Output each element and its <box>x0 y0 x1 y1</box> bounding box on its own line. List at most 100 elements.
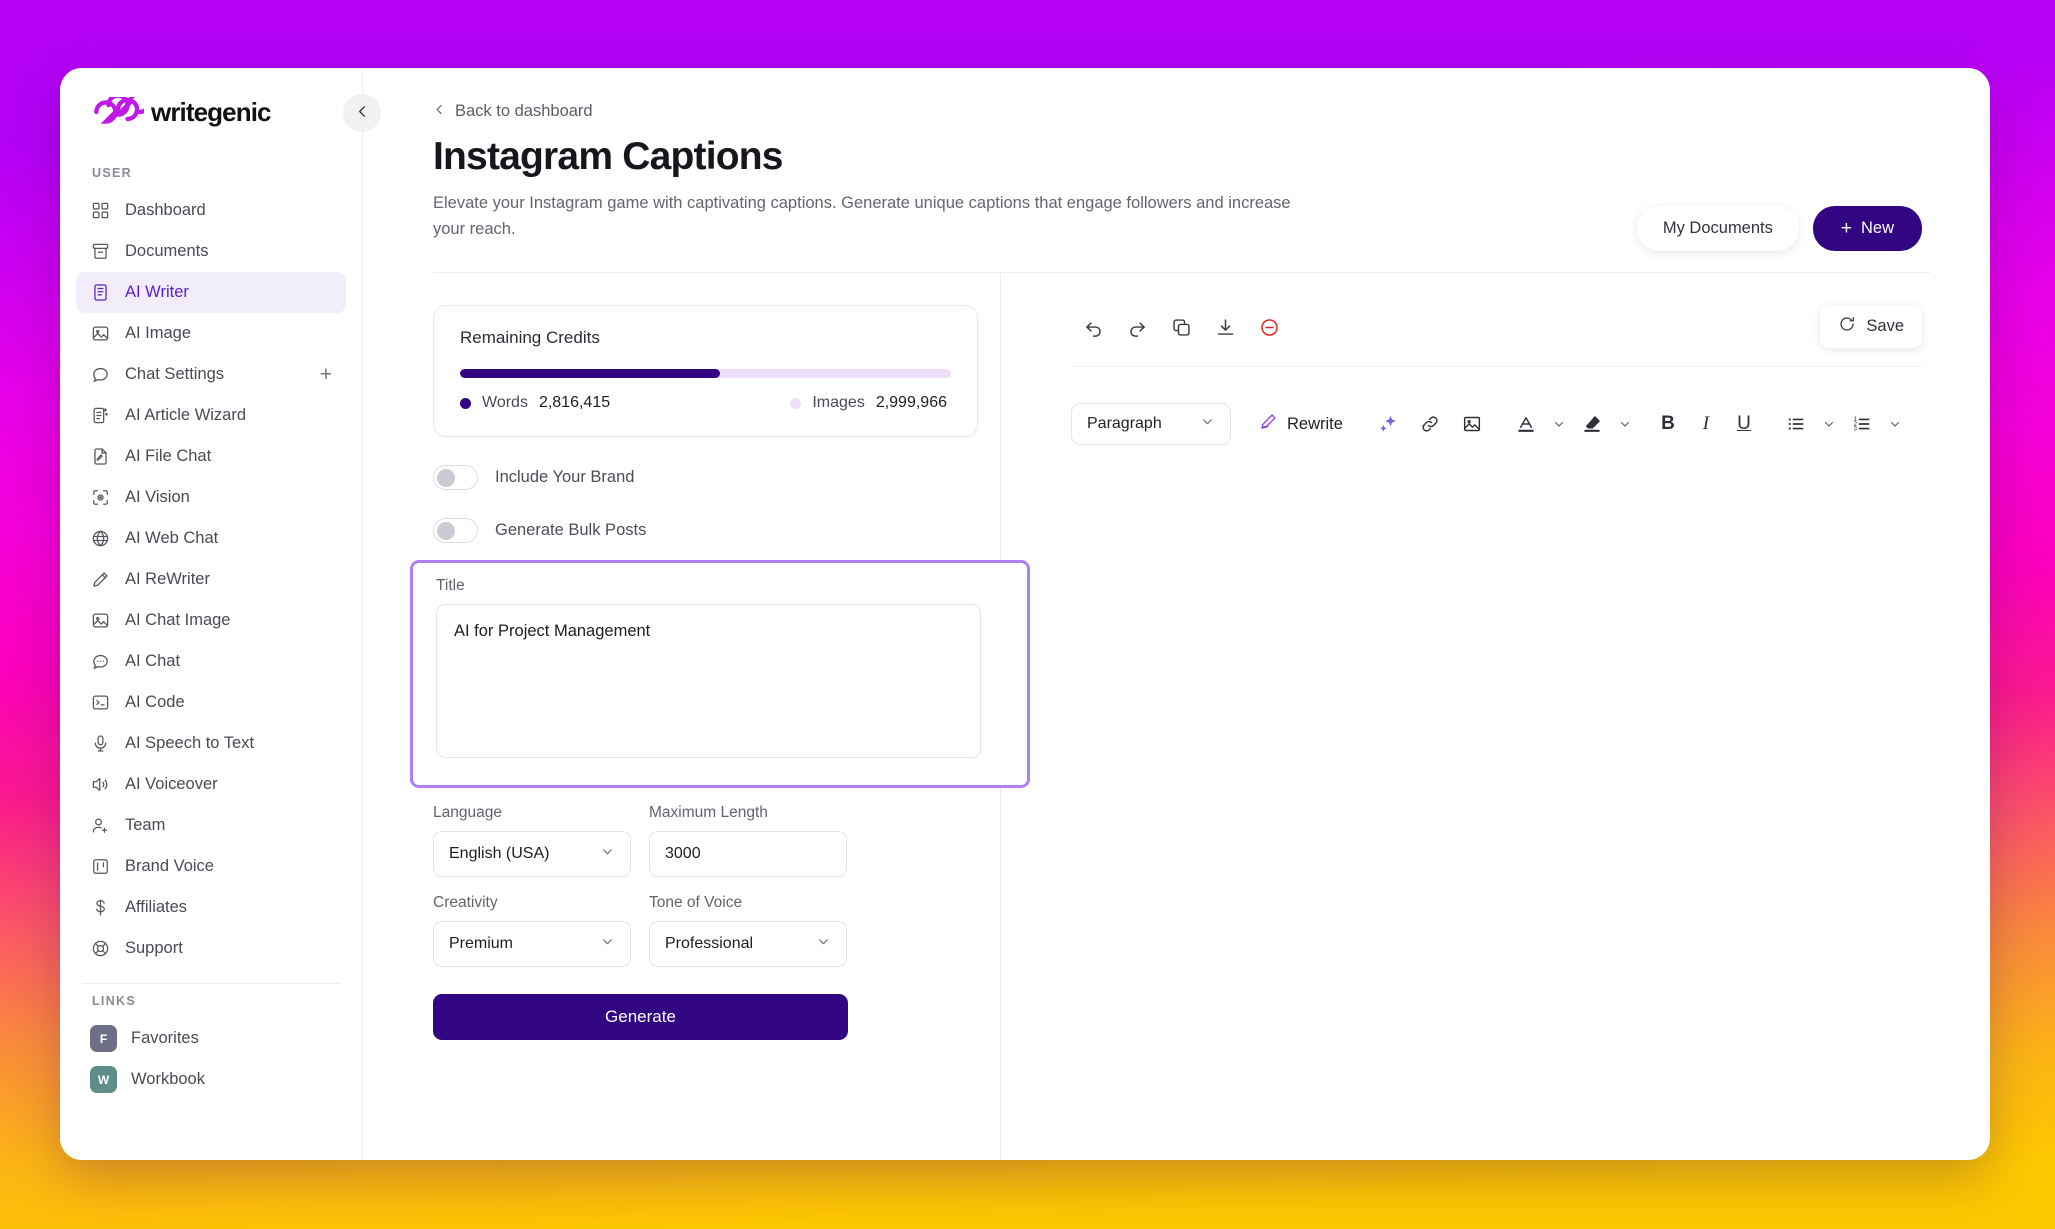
sidebar-item-ai-speech-to-text[interactable]: AI Speech to Text <box>76 723 346 764</box>
image-icon <box>90 610 111 631</box>
sidebar-collapse-button[interactable] <box>343 94 381 132</box>
sidebar-item-ai-file-chat[interactable]: AI File Chat <box>76 436 346 477</box>
sidebar-item-ai-chat-image[interactable]: AI Chat Image <box>76 600 346 641</box>
chat-bubble-icon <box>90 364 111 385</box>
file-pencil-icon <box>90 446 111 467</box>
my-documents-button[interactable]: My Documents <box>1636 206 1799 251</box>
brand-logo[interactable]: writegenic <box>60 68 362 156</box>
page-subtitle: Elevate your Instagram game with captiva… <box>433 194 1291 238</box>
remaining-credits-card: Remaining Credits Words 2,816,415 Images <box>433 305 978 438</box>
bullet-list-chevron-down-icon[interactable] <box>1819 405 1839 443</box>
sidebar-item-chat-settings[interactable]: Chat Settings + <box>76 354 346 395</box>
image-insert-icon[interactable] <box>1453 405 1491 443</box>
favorites-badge: F <box>90 1025 117 1052</box>
sidebar-item-label: Affiliates <box>125 898 188 916</box>
highlight-color-chevron-down-icon[interactable] <box>1615 405 1635 443</box>
editor-divider <box>1071 366 1922 368</box>
undo-icon[interactable] <box>1071 307 1115 347</box>
italic-icon[interactable]: I <box>1689 405 1723 443</box>
editor-top-toolbar: Save <box>1071 305 1922 349</box>
sidebar-item-brand-voice[interactable]: Brand Voice <box>76 846 346 887</box>
editor-panel: Save Paragraph Rewrite B I U 1 2 3 <box>1001 273 1990 1160</box>
sidebar-item-ai-code[interactable]: AI Code <box>76 682 346 723</box>
highlighter-icon[interactable] <box>1573 405 1611 443</box>
clear-icon[interactable] <box>1247 307 1291 347</box>
link-icon[interactable] <box>1411 405 1449 443</box>
generate-button[interactable]: Generate <box>433 994 848 1041</box>
copy-icon[interactable] <box>1159 307 1203 347</box>
language-select[interactable]: English (USA) <box>433 831 631 878</box>
credits-legend: Words 2,816,415 Images 2,999,966 <box>460 394 951 412</box>
save-button[interactable]: Save <box>1820 305 1922 349</box>
sidebar-item-ai-rewriter[interactable]: AI ReWriter <box>76 559 346 600</box>
sidebar-item-label: Favorites <box>131 1029 199 1047</box>
include-brand-row: Include Your Brand <box>433 465 1000 491</box>
paragraph-style-select[interactable]: Paragraph <box>1071 403 1231 446</box>
maximum-length-input[interactable]: 3000 <box>649 831 847 878</box>
sidebar-item-label: Chat Settings <box>125 365 225 383</box>
sidebar-item-ai-vision[interactable]: AI Vision <box>76 477 346 518</box>
sparkle-ai-icon[interactable] <box>1369 405 1407 443</box>
sidebar-item-ai-writer[interactable]: AI Writer <box>76 272 346 313</box>
sidebar-item-ai-chat[interactable]: AI Chat <box>76 641 346 682</box>
back-to-dashboard-link[interactable]: Back to dashboard <box>433 102 593 121</box>
tone-of-voice-select[interactable]: Professional <box>649 921 847 968</box>
sidebar-item-favorites[interactable]: F Favorites <box>76 1018 346 1059</box>
include-brand-toggle[interactable] <box>433 465 478 491</box>
pencil-icon <box>1259 412 1278 436</box>
sidebar-nav: Dashboard Documents AI Writer AI Image C… <box>60 190 362 969</box>
terminal-icon <box>90 692 111 713</box>
sidebar-item-label: AI Voiceover <box>125 775 218 793</box>
generate-bulk-posts-toggle[interactable] <box>433 518 478 544</box>
user-plus-icon <box>90 815 111 836</box>
redo-icon[interactable] <box>1115 307 1159 347</box>
sidebar-item-support[interactable]: Support <box>76 928 346 969</box>
bullet-list-icon[interactable] <box>1777 405 1815 443</box>
svg-text:3: 3 <box>1854 427 1858 433</box>
sidebar-item-dashboard[interactable]: Dashboard <box>76 190 346 231</box>
text-color-icon[interactable] <box>1507 405 1545 443</box>
grid-icon <box>90 200 111 221</box>
sidebar-item-label: AI Speech to Text <box>125 734 255 752</box>
dollar-icon <box>90 897 111 918</box>
numbered-list-chevron-down-icon[interactable] <box>1885 405 1905 443</box>
images-label: Images <box>812 394 865 412</box>
sidebar-item-ai-web-chat[interactable]: AI Web Chat <box>76 518 346 559</box>
add-chat-setting-button[interactable]: + <box>320 364 332 385</box>
creativity-select[interactable]: Premium <box>433 921 631 968</box>
sidebar-item-workbook[interactable]: W Workbook <box>76 1059 346 1100</box>
image-icon <box>90 323 111 344</box>
maximum-length-value: 3000 <box>665 845 701 863</box>
creativity-label: Creativity <box>433 894 498 912</box>
new-document-button[interactable]: + New <box>1812 206 1922 251</box>
article-wizard-icon <box>90 405 111 426</box>
bulk-posts-row: Generate Bulk Posts <box>433 518 1000 544</box>
vision-scan-icon <box>90 487 111 508</box>
rewrite-button[interactable]: Rewrite <box>1249 404 1353 444</box>
numbered-list-icon[interactable]: 123 <box>1843 405 1881 443</box>
underline-icon[interactable]: U <box>1727 405 1761 443</box>
microphone-icon <box>90 733 111 754</box>
words-value: 2,816,415 <box>538 394 611 412</box>
sidebar-item-team[interactable]: Team <box>76 805 346 846</box>
lifebuoy-icon <box>90 938 111 959</box>
sidebar-item-ai-voiceover[interactable]: AI Voiceover <box>76 764 346 805</box>
sidebar-item-ai-image[interactable]: AI Image <box>76 313 346 354</box>
sidebar-item-label: AI Vision <box>125 488 190 506</box>
chevron-down-icon <box>816 934 831 954</box>
sidebar-item-affiliates[interactable]: Affiliates <box>76 887 346 928</box>
sidebar-item-documents[interactable]: Documents <box>76 231 346 272</box>
chevron-left-icon <box>355 104 370 122</box>
credits-images: Images 2,999,966 <box>790 394 947 412</box>
sidebar-item-ai-article-wizard[interactable]: AI Article Wizard <box>76 395 346 436</box>
text-color-chevron-down-icon[interactable] <box>1549 405 1569 443</box>
bold-icon[interactable]: B <box>1651 405 1685 443</box>
pencil-icon <box>90 569 111 590</box>
maximum-length-label: Maximum Length <box>649 804 768 822</box>
download-icon[interactable] <box>1203 307 1247 347</box>
document-text-icon <box>90 282 111 303</box>
header-actions: My Documents + New <box>1636 206 1922 251</box>
title-input[interactable] <box>436 604 981 759</box>
toggle-knob <box>437 522 455 541</box>
globe-www-icon <box>90 528 111 549</box>
